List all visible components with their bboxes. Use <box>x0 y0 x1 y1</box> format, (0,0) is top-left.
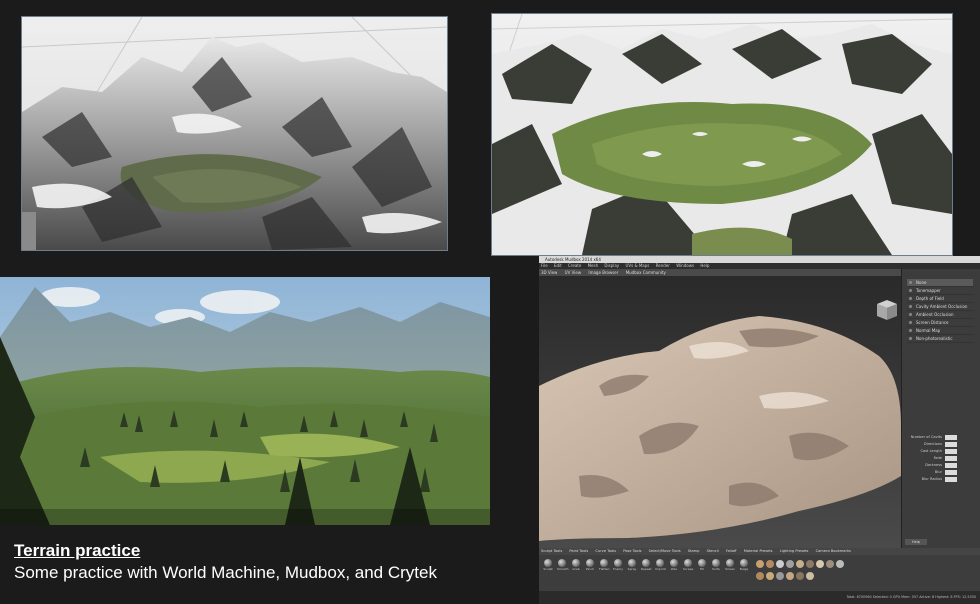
property-row: Fade <box>910 455 980 462</box>
shelf-tab[interactable]: Paint Tools <box>569 549 588 553</box>
menu-help[interactable]: Help <box>700 263 709 268</box>
property-input[interactable] <box>945 470 957 475</box>
caption-subtitle: Some practice with World Machine, Mudbox… <box>14 563 437 582</box>
tool-wax[interactable]: Wax <box>669 559 679 572</box>
view-cube-icon[interactable] <box>877 300 897 320</box>
property-row: Cast Length <box>910 448 980 455</box>
property-row: Number of Cavits <box>910 434 980 441</box>
shelf-tab[interactable]: Material Presets <box>744 549 773 553</box>
shelf-tab[interactable]: Select/Move Tools <box>649 549 681 553</box>
property-input[interactable] <box>945 456 957 461</box>
menu-render[interactable]: Render <box>656 263 670 268</box>
filter-non-photorealistic[interactable]: Non-photorealistic <box>907 335 973 343</box>
property-input[interactable] <box>945 477 957 482</box>
tab-3d-view[interactable]: 3D View <box>541 270 557 275</box>
shelf-tab[interactable]: Lighting Presets <box>780 549 809 553</box>
tool-grab[interactable]: Grab <box>571 559 581 572</box>
caption: Terrain practice Some practice with Worl… <box>14 540 437 584</box>
menu-display[interactable]: Display <box>604 263 619 268</box>
menu-edit[interactable]: Edit <box>554 263 562 268</box>
tool-pinch[interactable]: Pinch <box>585 559 595 572</box>
menu-file[interactable]: File <box>541 263 548 268</box>
pinch-brush-icon <box>586 559 594 567</box>
spray-brush-icon <box>628 559 636 567</box>
tab-mudbox-community[interactable]: Mudbox Community <box>626 270 666 275</box>
mudbox-screenshot: Autodesk Mudbox 2014 x64 File Edit Creat… <box>539 256 980 604</box>
filter-tonemapper[interactable]: Tonemapper <box>907 287 973 295</box>
imprint-brush-icon <box>656 559 664 567</box>
tool-flatten[interactable]: Flatten <box>599 559 610 572</box>
filter-screen-distance[interactable]: Screen Distance <box>907 319 973 327</box>
tool-bulge[interactable]: Bulge <box>739 559 749 572</box>
foamy-brush-icon <box>614 559 622 567</box>
tool-smooth[interactable]: Smooth <box>557 559 569 572</box>
sculpt-tool-tray: Sculpt Smooth Grab Pinch Flatten Foamy S… <box>539 555 980 591</box>
scrape-brush-icon <box>684 559 692 567</box>
smooth-brush-icon <box>558 559 566 567</box>
repeat-brush-icon <box>642 559 650 567</box>
flatten-brush-icon <box>600 559 608 567</box>
shelf-tab[interactable]: Camera Bookmarks <box>816 549 851 553</box>
status-bar: Total: 8700960 Selected: 0 GPU Mem: 557 … <box>539 591 980 604</box>
knife-brush-icon <box>712 559 720 567</box>
window-title: Autodesk Mudbox 2014 x64 <box>539 256 980 263</box>
shelf-tab[interactable]: Pose Tools <box>623 549 641 553</box>
property-input[interactable] <box>945 463 957 468</box>
property-row: Directions <box>910 441 980 448</box>
property-input[interactable] <box>945 435 957 440</box>
property-row: Darkness <box>910 462 980 469</box>
viewport-filter-list: None Tonemapper Depth of Field Cavity Am… <box>907 279 973 343</box>
tool-imprint[interactable]: Imprint <box>655 559 666 572</box>
grab-brush-icon <box>572 559 580 567</box>
terrain-render-world-machine-2 <box>491 13 953 256</box>
shelf-tab[interactable]: Stencil <box>707 549 719 553</box>
caption-title: Terrain practice <box>14 541 141 560</box>
filter-header[interactable]: None <box>907 279 973 287</box>
shelf-tab[interactable]: Sculpt Tools <box>541 549 562 553</box>
shelf-tabs: Sculpt Tools Paint Tools Curve Tools Pos… <box>539 548 980 555</box>
help-button[interactable]: Help <box>905 539 927 545</box>
tool-scrape[interactable]: Scrape <box>683 559 693 572</box>
wax-brush-icon <box>670 559 678 567</box>
menu-windows[interactable]: Windows <box>676 263 694 268</box>
3d-viewport[interactable] <box>539 276 901 548</box>
tab-image-browser[interactable]: Image Browser <box>588 270 618 275</box>
tool-fill[interactable]: Fill <box>697 559 707 572</box>
property-row: Blur <box>910 469 980 476</box>
tool-smear[interactable]: Smear <box>725 559 735 572</box>
terrain-render-crytek <box>0 277 490 525</box>
shelf-tab[interactable]: Stamp <box>688 549 700 553</box>
filter-depth-of-field[interactable]: Depth of Field <box>907 295 973 303</box>
tool-repeat[interactable]: Repeat <box>641 559 652 572</box>
smear-brush-icon <box>726 559 734 567</box>
menu-uvs-maps[interactable]: UVs & Maps <box>625 263 649 268</box>
tool-sculpt[interactable]: Sculpt <box>543 559 553 572</box>
property-input[interactable] <box>945 449 957 454</box>
sculpt-brush-icon <box>544 559 552 567</box>
tool-spray[interactable]: Spray <box>627 559 637 572</box>
menu-mesh[interactable]: Mesh <box>588 263 599 268</box>
lighting-preset-swatches <box>754 558 874 584</box>
tab-uv-view[interactable]: UV View <box>565 270 581 275</box>
property-input[interactable] <box>945 442 957 447</box>
filter-properties: Number of Cavits Directions Cast Length … <box>910 434 980 483</box>
terrain-render-world-machine-1 <box>21 16 448 251</box>
filter-cavity-ao[interactable]: Cavity Ambient Occlusion <box>907 303 973 311</box>
menu-create[interactable]: Create <box>568 263 581 268</box>
fill-brush-icon <box>698 559 706 567</box>
filter-normal-map[interactable]: Normal Map <box>907 327 973 335</box>
shelf-tab[interactable]: Curve Tools <box>595 549 616 553</box>
viewport-filters-panel: None Tonemapper Depth of Field Cavity Am… <box>901 269 980 548</box>
tool-foamy[interactable]: Foamy <box>613 559 623 572</box>
tool-knife[interactable]: Knife <box>711 559 721 572</box>
shelf-tab[interactable]: Falloff <box>726 549 737 553</box>
property-row: Blur Radius <box>910 476 980 483</box>
bulge-brush-icon <box>740 559 748 567</box>
filter-ambient-occlusion[interactable]: Ambient Occlusion <box>907 311 973 319</box>
